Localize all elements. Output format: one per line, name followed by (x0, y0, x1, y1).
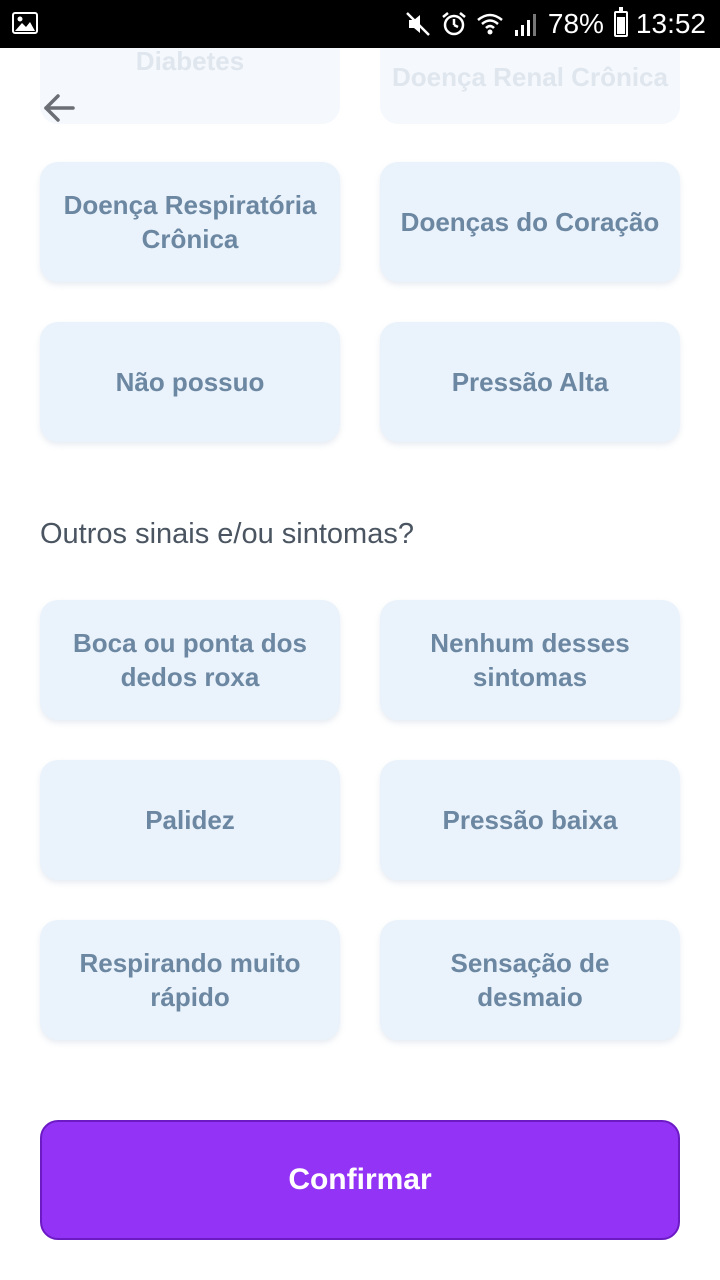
wifi-icon (477, 13, 503, 35)
confirm-button[interactable]: Confirmar (40, 1120, 680, 1240)
option-nao-possuo[interactable]: Não possuo (40, 322, 340, 442)
battery-percent: 78% (547, 8, 604, 39)
option-respirando-rapido[interactable]: Respirando muito rápido (40, 920, 340, 1040)
option-boca-dedos-roxa[interactable]: Boca ou ponta dos dedos roxa (40, 600, 340, 720)
option-doenca-renal[interactable]: Doença Renal Crônica (380, 48, 680, 124)
gallery-icon (12, 12, 38, 34)
back-button[interactable] (36, 88, 82, 128)
option-sensacao-desmaio[interactable]: Sensação de desmaio (380, 920, 680, 1040)
alarm-icon (442, 12, 466, 36)
clock: 13:52 (635, 8, 706, 39)
option-pressao-baixa[interactable]: Pressão baixa (380, 760, 680, 880)
option-label: Não possuo (115, 367, 265, 397)
section-title: Outros sinais e/ou sintomas? (40, 518, 414, 550)
option-label: Doença Respiratória Crônica (63, 190, 317, 254)
option-palidez[interactable]: Palidez (40, 760, 340, 880)
arrow-left-icon (44, 94, 75, 122)
option-label: Sensação de desmaio (450, 948, 610, 1012)
option-doenca-respiratoria[interactable]: Doença Respiratória Crônica (40, 162, 340, 282)
option-pressao-alta[interactable]: Pressão Alta (380, 322, 680, 442)
option-label: Nenhum desses sintomas (430, 628, 630, 692)
status-bar: 78% 13:52 (0, 0, 720, 48)
mute-icon (405, 12, 430, 36)
battery-icon (613, 7, 628, 37)
option-label: Pressão baixa (442, 805, 618, 835)
confirm-label: Confirmar (288, 1163, 432, 1196)
option-diabetes[interactable]: Diabetes (40, 48, 340, 124)
option-label: Respirando muito rápido (79, 948, 301, 1012)
option-label: Pressão Alta (451, 367, 609, 397)
option-label: Palidez (145, 805, 235, 835)
option-label: Diabetes (135, 48, 245, 76)
option-label: Doença Renal Crônica (392, 62, 668, 92)
option-nenhum-sintoma[interactable]: Nenhum desses sintomas (380, 600, 680, 720)
option-label: Doenças do Coração (400, 207, 660, 237)
option-doencas-coracao[interactable]: Doenças do Coração (380, 162, 680, 282)
option-label: Boca ou ponta dos dedos roxa (73, 628, 307, 692)
signal-icon (514, 14, 536, 36)
